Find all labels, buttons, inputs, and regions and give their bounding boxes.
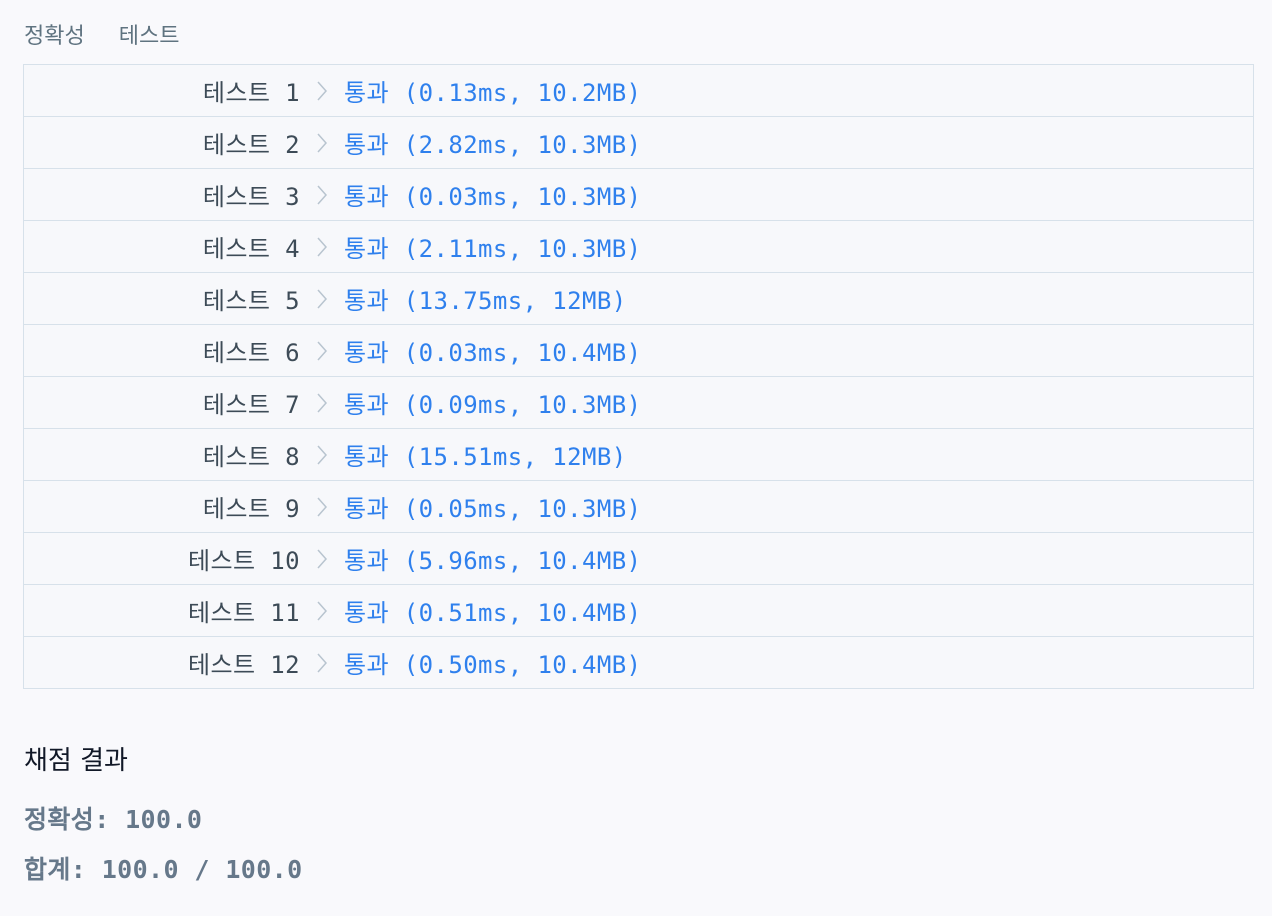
- section-title: 정확성: [24, 24, 85, 49]
- section-header: 정확성 테스트: [24, 18, 179, 50]
- test-label: 테스트 4: [202, 235, 300, 263]
- table-row: 테스트 8 통과 (15.51ms, 12MB): [24, 429, 1253, 481]
- test-results-table: 테스트 1 통과 (0.13ms, 10.2MB) 테스트 2 통과 (2.82…: [23, 64, 1254, 689]
- test-result: 통과 (0.51ms, 10.4MB): [344, 599, 642, 627]
- test-label: 테스트 12: [188, 651, 300, 679]
- test-result: 통과 (0.13ms, 10.2MB): [344, 79, 642, 107]
- table-row: 테스트 11 통과 (0.51ms, 10.4MB): [24, 585, 1253, 637]
- table-row: 테스트 10 통과 (5.96ms, 10.4MB): [24, 533, 1253, 585]
- chevron-right-icon: [300, 184, 344, 206]
- test-label: 테스트 10: [188, 547, 300, 575]
- test-result: 통과 (5.96ms, 10.4MB): [344, 547, 642, 575]
- table-row: 테스트 3 통과 (0.03ms, 10.3MB): [24, 169, 1253, 221]
- section-subtitle: 테스트: [118, 24, 180, 49]
- test-result: 통과 (0.05ms, 10.3MB): [344, 495, 642, 523]
- test-result: 통과 (13.75ms, 12MB): [344, 287, 627, 315]
- chevron-right-icon: [300, 444, 344, 466]
- table-row: 테스트 9 통과 (0.05ms, 10.3MB): [24, 481, 1253, 533]
- chevron-right-icon: [300, 340, 344, 362]
- total-score: 합계: 100.0 / 100.0: [24, 855, 303, 884]
- chevron-right-icon: [300, 548, 344, 570]
- chevron-right-icon: [300, 392, 344, 414]
- table-row: 테스트 12 통과 (0.50ms, 10.4MB): [24, 637, 1253, 689]
- table-row: 테스트 4 통과 (2.11ms, 10.3MB): [24, 221, 1253, 273]
- accuracy-score: 정확성: 100.0: [24, 805, 203, 834]
- table-row: 테스트 2 통과 (2.82ms, 10.3MB): [24, 117, 1253, 169]
- chevron-right-icon: [300, 288, 344, 310]
- test-label: 테스트 9: [202, 495, 300, 523]
- test-label: 테스트 5: [202, 287, 300, 315]
- test-label: 테스트 2: [202, 131, 300, 159]
- test-result: 통과 (0.50ms, 10.4MB): [344, 651, 642, 679]
- test-label: 테스트 11: [188, 599, 300, 627]
- test-result: 통과 (15.51ms, 12MB): [344, 443, 627, 471]
- chevron-right-icon: [300, 600, 344, 622]
- chevron-right-icon: [300, 652, 344, 674]
- test-result: 통과 (2.11ms, 10.3MB): [344, 235, 642, 263]
- test-result: 통과 (0.03ms, 10.4MB): [344, 339, 642, 367]
- test-label: 테스트 1: [202, 79, 300, 107]
- test-label: 테스트 3: [202, 183, 300, 211]
- chevron-right-icon: [300, 496, 344, 518]
- table-row: 테스트 1 통과 (0.13ms, 10.2MB): [24, 65, 1253, 117]
- test-result: 통과 (2.82ms, 10.3MB): [344, 131, 642, 159]
- test-result: 통과 (0.03ms, 10.3MB): [344, 183, 642, 211]
- table-row: 테스트 5 통과 (13.75ms, 12MB): [24, 273, 1253, 325]
- score-title: 채점 결과: [24, 746, 128, 776]
- test-result: 통과 (0.09ms, 10.3MB): [344, 391, 642, 419]
- chevron-right-icon: [300, 80, 344, 102]
- table-row: 테스트 7 통과 (0.09ms, 10.3MB): [24, 377, 1253, 429]
- test-label: 테스트 8: [202, 443, 300, 471]
- test-label: 테스트 6: [202, 339, 300, 367]
- chevron-right-icon: [300, 236, 344, 258]
- test-label: 테스트 7: [202, 391, 300, 419]
- table-row: 테스트 6 통과 (0.03ms, 10.4MB): [24, 325, 1253, 377]
- chevron-right-icon: [300, 132, 344, 154]
